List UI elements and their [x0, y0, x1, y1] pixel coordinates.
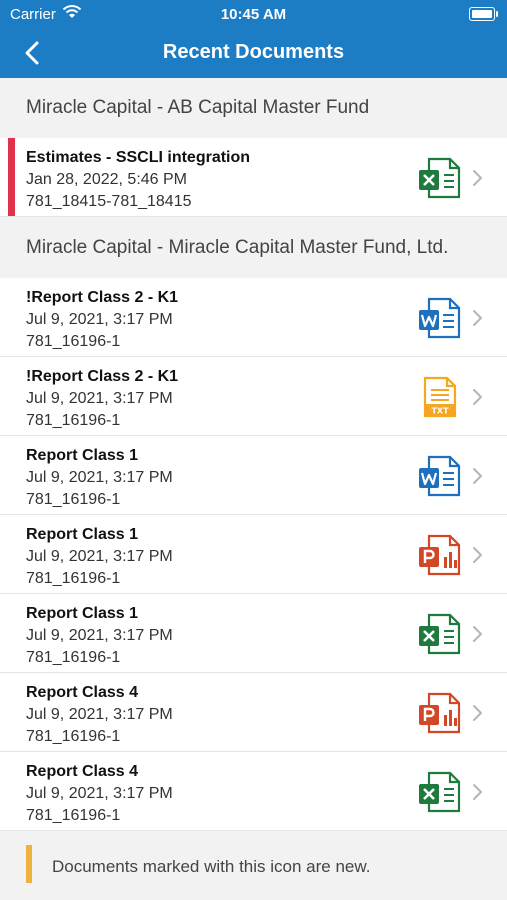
document-date: Jan 28, 2022, 5:46 PM [26, 171, 187, 188]
document-name: !Report Class 2 - K1 [26, 368, 179, 385]
document-text: Estimates - SSCLI integration Jan 28, 202… [26, 147, 250, 213]
chevron-right-icon [470, 467, 484, 485]
document-text: Report Class 1 Jul 9, 2021, 3:17 PM 781_16… [26, 603, 173, 669]
powerpoint-file-icon [417, 533, 461, 577]
document-id: 781_16196-1 [26, 807, 121, 824]
document-id: 781_16196-1 [26, 412, 121, 429]
nav-bar: Recent Documents [0, 28, 507, 78]
battery-icon [469, 7, 498, 21]
document-id: 781_16196-1 [26, 728, 121, 745]
document-text: Report Class 4 Jul 9, 2021, 3:17 PM 781_16… [26, 682, 173, 748]
new-marker-icon [26, 845, 32, 883]
chevron-right-icon [470, 169, 484, 187]
chevron-right-icon [470, 388, 484, 406]
document-date: Jul 9, 2021, 3:17 PM [26, 706, 173, 723]
document-date: Jul 9, 2021, 3:17 PM [26, 390, 173, 407]
page-title: Recent Documents [162, 41, 345, 63]
status-bar: Carrier 10:45 AM [0, 0, 507, 28]
documents-list: Miracle Capital - AB Capital Master Fund… [0, 78, 507, 831]
document-row[interactable]: Report Class 4 Jul 9, 2021, 3:17 PM 781_16… [0, 673, 507, 752]
section-header-label: Miracle Capital - AB Capital Master Fund [26, 97, 370, 118]
document-id: 781_16196-1 [26, 491, 121, 508]
document-text: Report Class 1 Jul 9, 2021, 3:17 PM 781_16… [26, 524, 173, 590]
document-text: !Report Class 2 - K1 Jul 9, 2021, 3:17 PM… [26, 366, 178, 432]
top-bar: Carrier 10:45 AM Recent Documents [0, 0, 507, 78]
excel-file-icon [417, 770, 461, 814]
document-name: Report Class 1 [26, 447, 139, 464]
document-name: Report Class 4 [26, 763, 139, 780]
document-row[interactable]: !Report Class 2 - K1 Jul 9, 2021, 3:17 PM… [0, 357, 507, 436]
document-row[interactable]: Report Class 1 Jul 9, 2021, 3:17 PM 781_16… [0, 515, 507, 594]
new-document-marker [8, 138, 15, 216]
txt-file-icon: TXT [417, 375, 461, 419]
document-id: 781_16196-1 [26, 649, 121, 666]
legend: Documents marked with this icon are new. [0, 835, 507, 900]
document-name: Report Class 1 [26, 526, 139, 543]
chevron-right-icon [470, 704, 484, 722]
document-date: Jul 9, 2021, 3:17 PM [26, 627, 173, 644]
document-name: Estimates - SSCLI integration [26, 149, 251, 166]
document-text: !Report Class 2 - K1 Jul 9, 2021, 3:17 PM… [26, 287, 178, 353]
word-file-icon [417, 454, 461, 498]
svg-text:TXT: TXT [431, 407, 449, 416]
document-text: Report Class 4 Jul 9, 2021, 3:17 PM 781_16… [26, 761, 173, 827]
section-header: Miracle Capital - Miracle Capital Master… [0, 217, 507, 278]
document-row[interactable]: Report Class 1 Jul 9, 2021, 3:17 PM 781_16… [0, 436, 507, 515]
powerpoint-file-icon [417, 691, 461, 735]
chevron-right-icon [470, 546, 484, 564]
chevron-right-icon [470, 309, 484, 327]
excel-file-icon [417, 612, 461, 656]
excel-file-icon [417, 156, 461, 200]
document-row[interactable]: Report Class 1 Jul 9, 2021, 3:17 PM 781_16… [0, 594, 507, 673]
legend-text: Documents marked with this icon are new. [52, 857, 371, 876]
document-name: Report Class 4 [26, 684, 139, 701]
document-name: !Report Class 2 - K1 [26, 289, 179, 306]
chevron-right-icon [470, 625, 484, 643]
document-row[interactable]: Report Class 4 Jul 9, 2021, 3:17 PM 781_16… [0, 752, 507, 831]
document-id: 781_18415-781_18415 [26, 193, 192, 210]
document-text: Report Class 1 Jul 9, 2021, 3:17 PM 781_16… [26, 445, 173, 511]
document-date: Jul 9, 2021, 3:17 PM [26, 311, 173, 328]
document-date: Jul 9, 2021, 3:17 PM [26, 548, 173, 565]
document-date: Jul 9, 2021, 3:17 PM [26, 469, 173, 486]
document-name: Report Class 1 [26, 605, 139, 622]
section-header: Miracle Capital - AB Capital Master Fund [0, 78, 507, 138]
chevron-right-icon [470, 783, 484, 801]
word-file-icon [417, 296, 461, 340]
section-header-label: Miracle Capital - Miracle Capital Master… [26, 236, 449, 258]
document-row[interactable]: !Report Class 2 - K1 Jul 9, 2021, 3:17 PM… [0, 278, 507, 357]
document-id: 781_16196-1 [26, 570, 121, 587]
document-row[interactable]: Estimates - SSCLI integration Jan 28, 202… [0, 138, 507, 217]
document-id: 781_16196-1 [26, 333, 121, 350]
document-date: Jul 9, 2021, 3:17 PM [26, 785, 173, 802]
clock-time: 10:45 AM [220, 6, 287, 23]
